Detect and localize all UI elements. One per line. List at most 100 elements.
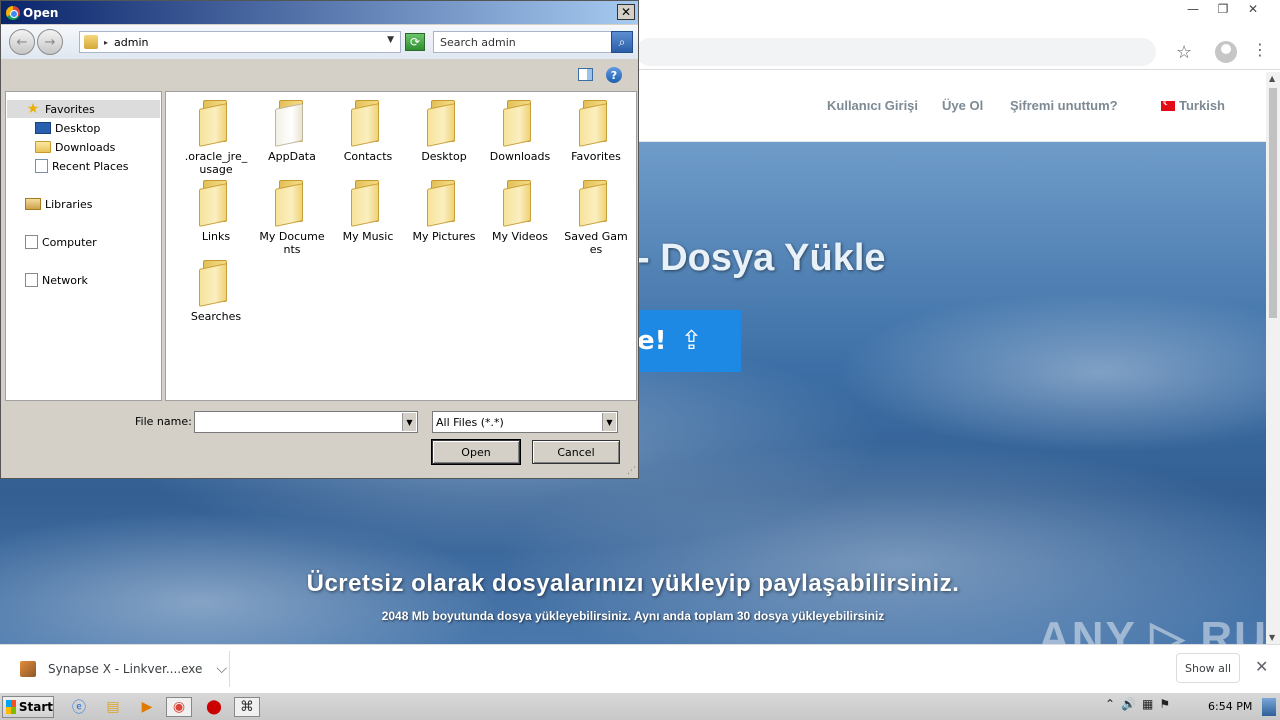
login-link[interactable]: Kullanıcı Girişi: [827, 98, 918, 113]
folder-item[interactable]: AppData: [258, 100, 326, 163]
file-type-dropdown-icon[interactable]: ▼: [602, 413, 616, 431]
profile-avatar[interactable]: [1215, 41, 1237, 63]
folder-item[interactable]: .oracle_jre_usage: [182, 100, 250, 176]
folder-label: Downloads: [489, 150, 551, 163]
help-icon[interactable]: ?: [606, 67, 622, 83]
chrome-taskbar-icon[interactable]: ◉: [166, 697, 192, 717]
file-name-dropdown-icon[interactable]: ▼: [402, 413, 416, 431]
page-scrollbar[interactable]: ▲ ▼: [1266, 72, 1280, 644]
nav-item-desktop[interactable]: Desktop: [35, 119, 100, 137]
app-taskbar-icon[interactable]: ⌘: [234, 697, 260, 717]
exe-file-icon: [20, 661, 36, 677]
folder-label: .oracle_jre_usage: [184, 150, 248, 176]
nav-item-label: Computer: [42, 235, 97, 249]
show-desktop-button[interactable]: [1262, 698, 1276, 716]
tray-expand-icon[interactable]: ⌃: [1105, 697, 1115, 711]
nav-item-libraries[interactable]: Libraries: [25, 195, 93, 213]
network-icon[interactable]: ▦: [1142, 697, 1153, 711]
file-type-select[interactable]: All Files (*.*) ▼: [432, 411, 618, 433]
explorer-icon[interactable]: ▤: [100, 697, 126, 717]
scroll-thumb[interactable]: [1269, 88, 1277, 318]
location-dropdown-icon[interactable]: ▼: [387, 35, 394, 45]
folder-icon: [273, 100, 311, 147]
network-icon: [25, 273, 38, 287]
nav-item-downloads[interactable]: Downloads: [35, 138, 115, 156]
recent-places-icon: [35, 159, 48, 173]
search-icon[interactable]: ⌕: [611, 31, 633, 53]
location-breadcrumb[interactable]: ▸ admin ▼: [79, 31, 401, 53]
close-download-bar-icon[interactable]: ✕: [1255, 657, 1268, 676]
desktop-icon: [35, 122, 51, 134]
open-button[interactable]: Open: [431, 439, 521, 465]
forgot-password-link[interactable]: Şifremi unuttum?: [1010, 98, 1118, 113]
folder-item[interactable]: Favorites: [562, 100, 630, 163]
nav-item-label: Recent Places: [52, 159, 129, 173]
address-field[interactable]: [636, 38, 1156, 66]
language-selector[interactable]: Turkish: [1161, 98, 1225, 113]
minimize-button[interactable]: —: [1180, 0, 1206, 18]
folder-item[interactable]: Links: [182, 180, 250, 243]
restore-button[interactable]: ❐: [1210, 0, 1236, 18]
folder-item[interactable]: Contacts: [334, 100, 402, 163]
start-button[interactable]: Start: [2, 696, 54, 718]
chrome-menu-icon[interactable]: ⋮: [1252, 42, 1268, 58]
folder-item[interactable]: My Documents: [258, 180, 326, 256]
nav-item-recent-places[interactable]: Recent Places: [35, 157, 129, 175]
bookmark-star-icon[interactable]: ☆: [1176, 42, 1192, 63]
cancel-button[interactable]: Cancel: [532, 440, 620, 464]
resize-grip-icon[interactable]: ⋰: [627, 466, 636, 476]
file-type-value: All Files (*.*): [436, 416, 504, 429]
folder-label: Links: [201, 230, 231, 243]
scroll-down-icon[interactable]: ▼: [1269, 633, 1275, 642]
scroll-up-icon[interactable]: ▲: [1269, 74, 1275, 83]
downloads-folder-icon: [35, 141, 51, 153]
forward-arrow-icon[interactable]: →: [37, 29, 63, 55]
folder-icon: [501, 100, 539, 147]
ie-icon[interactable]: ⓔ: [66, 697, 92, 717]
location-text: admin: [114, 35, 149, 49]
file-name-label: File name:: [135, 415, 192, 428]
clock[interactable]: 6:54 PM: [1208, 700, 1252, 713]
search-input[interactable]: Search admin ⌕: [433, 31, 633, 53]
show-all-button[interactable]: Show all: [1176, 653, 1240, 683]
folder-icon: [197, 100, 235, 147]
star-icon: ★: [26, 101, 40, 117]
file-name-input[interactable]: ▼: [194, 411, 418, 433]
back-arrow-icon[interactable]: ←: [9, 29, 35, 55]
nav-item-computer[interactable]: Computer: [25, 233, 97, 251]
register-link[interactable]: Üye Ol: [942, 98, 983, 113]
refresh-icon[interactable]: ⟳: [405, 33, 425, 51]
folder-item[interactable]: Desktop: [410, 100, 478, 163]
breadcrumb-arrow-icon[interactable]: ▸: [104, 38, 108, 47]
preview-pane-icon[interactable]: [578, 68, 593, 81]
nav-item-network[interactable]: Network: [25, 271, 88, 289]
folder-item[interactable]: Searches: [182, 260, 250, 323]
folder-item[interactable]: Downloads: [486, 100, 554, 163]
folder-label: My Videos: [491, 230, 549, 243]
folder-label: My Documents: [259, 230, 325, 256]
volume-icon[interactable]: 🔊: [1121, 697, 1136, 711]
nav-item-favorites[interactable]: ★ Favorites: [7, 100, 160, 118]
windows-logo-icon: [6, 700, 16, 714]
upload-button[interactable]: e! ⇪: [637, 310, 741, 372]
dialog-title: Open: [23, 5, 59, 20]
dialog-title-bar[interactable]: Open ✕: [1, 1, 638, 24]
start-label: Start: [18, 700, 53, 714]
chrome-logo-icon: [6, 5, 20, 20]
user-folder-icon: [84, 35, 98, 49]
nav-item-label: Desktop: [55, 121, 101, 135]
close-window-button[interactable]: ✕: [1240, 0, 1266, 18]
chevron-down-icon[interactable]: ⌵: [216, 661, 227, 677]
media-player-icon[interactable]: ▶: [134, 697, 160, 717]
folder-item[interactable]: My Pictures: [410, 180, 478, 243]
dialog-close-button[interactable]: ✕: [617, 4, 635, 20]
folder-item[interactable]: My Videos: [486, 180, 554, 243]
download-item[interactable]: Synapse X - Linkver....exe ⌵: [10, 651, 230, 687]
dialog-toolbar: ?: [1, 61, 638, 89]
action-center-flag-icon[interactable]: ⚑: [1159, 697, 1170, 711]
folder-item[interactable]: Saved Games: [562, 180, 630, 256]
opera-icon[interactable]: ⬤: [201, 697, 227, 717]
folder-label: My Pictures: [412, 230, 476, 243]
folder-item[interactable]: My Music: [334, 180, 402, 243]
folder-label: Saved Games: [564, 230, 628, 256]
